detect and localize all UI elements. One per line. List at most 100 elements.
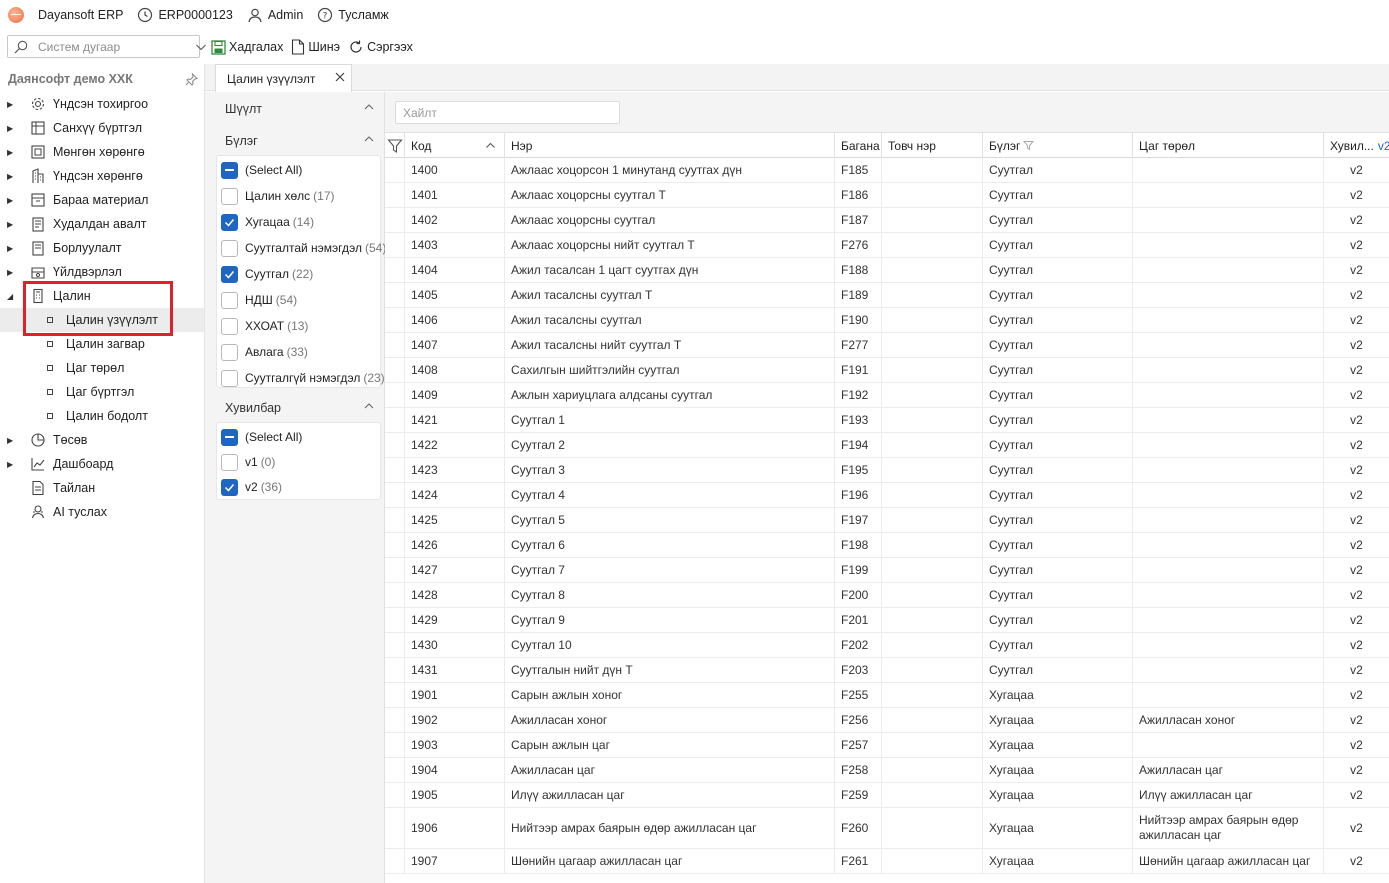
expand-arrow-icon[interactable]: ▶ <box>7 148 15 157</box>
cell-version[interactable]: v2 <box>1324 308 1389 332</box>
cell-column[interactable]: F186 <box>835 183 882 207</box>
table-row[interactable]: 1423 Суутгал 3 F195 Суутгал v2 <box>385 458 1389 483</box>
cell-time-type[interactable]: Ажилласан цаг <box>1133 758 1324 782</box>
table-row[interactable]: 1425 Суутгал 5 F197 Суутгал v2 <box>385 508 1389 533</box>
row-indicator[interactable] <box>385 158 405 182</box>
cell-column[interactable]: F202 <box>835 633 882 657</box>
cell-name[interactable]: Ажлаас хоцорсны суутгал <box>505 208 835 232</box>
cell-version[interactable]: v2 <box>1324 808 1389 848</box>
cell-group[interactable]: Суутгал <box>983 583 1133 607</box>
sidebar-item-budget[interactable]: ▶ Төсөв <box>0 428 204 452</box>
cell-column[interactable]: F257 <box>835 733 882 757</box>
cell-column[interactable]: F261 <box>835 849 882 873</box>
sidebar-item-cash[interactable]: ▶ Мөнгөн хөрөнгө <box>0 140 204 164</box>
cell-version[interactable]: v2 <box>1324 358 1389 382</box>
cell-time-type[interactable] <box>1133 558 1324 582</box>
expand-arrow-icon[interactable]: ▶ <box>7 172 15 181</box>
filter-section-header[interactable]: Шүүлт <box>225 101 375 116</box>
table-row[interactable]: 1405 Ажил тасалсны суутгал Т F189 Суутгал v2 <box>385 283 1389 308</box>
row-indicator[interactable] <box>385 533 405 557</box>
cell-code[interactable]: 1901 <box>405 683 505 707</box>
cell-code[interactable]: 1903 <box>405 733 505 757</box>
cell-short-name[interactable] <box>882 849 983 873</box>
cell-code[interactable]: 1905 <box>405 783 505 807</box>
cell-time-type[interactable] <box>1133 433 1324 457</box>
table-row[interactable]: 1407 Ажил тасалсны нийт суутгал Т F277 Суут… <box>385 333 1389 358</box>
checkbox[interactable] <box>221 213 238 231</box>
cell-group[interactable]: Суутгал <box>983 158 1133 182</box>
table-row[interactable]: 1422 Суутгал 2 F194 Суутгал v2 <box>385 433 1389 458</box>
cell-code[interactable]: 1424 <box>405 483 505 507</box>
cell-version[interactable]: v2 <box>1324 333 1389 357</box>
filter-option[interactable]: (Select All) <box>221 159 305 181</box>
cell-name[interactable]: Суутгал 3 <box>505 458 835 482</box>
cell-short-name[interactable] <box>882 708 983 732</box>
cell-name[interactable]: Сахилгын шийтгэлийн суутгал <box>505 358 835 382</box>
cell-group[interactable]: Суутгал <box>983 283 1133 307</box>
cell-group[interactable]: Хугацаа <box>983 783 1133 807</box>
cell-version[interactable]: v2 <box>1324 533 1389 557</box>
cell-time-type[interactable] <box>1133 458 1324 482</box>
cell-short-name[interactable] <box>882 533 983 557</box>
table-row[interactable]: 1907 Шөнийн цагаар ажилласан цаг F261 Хугац… <box>385 849 1389 874</box>
cell-code[interactable]: 1906 <box>405 808 505 848</box>
sidebar-item-report[interactable]: Тайлан <box>0 476 204 500</box>
cell-group[interactable]: Хугацаа <box>983 808 1133 848</box>
cell-time-type[interactable] <box>1133 208 1324 232</box>
sidebar-item-sales[interactable]: ▶ Борлуулалт <box>0 236 204 260</box>
row-indicator[interactable] <box>385 308 405 332</box>
row-indicator[interactable] <box>385 458 405 482</box>
filter-option[interactable]: НДШ (54) <box>221 289 297 311</box>
cell-name[interactable]: Шөнийн цагаар ажилласан цаг <box>505 849 835 873</box>
row-indicator[interactable] <box>385 808 405 848</box>
checkbox[interactable] <box>221 478 238 496</box>
system-number-input[interactable] <box>36 38 195 55</box>
checkbox[interactable] <box>221 453 238 471</box>
cell-column[interactable]: F198 <box>835 533 882 557</box>
cell-code[interactable]: 1907 <box>405 849 505 873</box>
cell-short-name[interactable] <box>882 358 983 382</box>
save-button[interactable]: Хадгалах <box>211 39 283 55</box>
cell-name[interactable]: Суутгал 1 <box>505 408 835 432</box>
cell-group[interactable]: Суутгал <box>983 233 1133 257</box>
cell-version[interactable]: v2 <box>1324 633 1389 657</box>
cell-code[interactable]: 1421 <box>405 408 505 432</box>
cell-time-type[interactable] <box>1133 158 1324 182</box>
cell-short-name[interactable] <box>882 808 983 848</box>
cell-group[interactable]: Суутгал <box>983 658 1133 682</box>
table-row[interactable]: 1904 Ажилласан цаг F258 Хугацаа Ажилласан ца… <box>385 758 1389 783</box>
row-indicator[interactable] <box>385 758 405 782</box>
group-section-header[interactable]: Бүлэг <box>225 133 375 148</box>
cell-name[interactable]: Суутгал 9 <box>505 608 835 632</box>
expand-arrow-icon[interactable]: ▶ <box>7 100 15 109</box>
table-row[interactable]: 1429 Суутгал 9 F201 Суутгал v2 <box>385 608 1389 633</box>
sidebar-item-fixed-assets[interactable]: ▶ Үндсэн хөрөнгө <box>0 164 204 188</box>
cell-name[interactable]: Ажил тасалсан 1 цагт суутгах дүн <box>505 258 835 282</box>
table-row[interactable]: 1428 Суутгал 8 F200 Суутгал v2 <box>385 583 1389 608</box>
cell-version[interactable]: v2 <box>1324 408 1389 432</box>
cell-group[interactable]: Суутгал <box>983 483 1133 507</box>
cell-time-type[interactable] <box>1133 233 1324 257</box>
cell-short-name[interactable] <box>882 583 983 607</box>
table-row[interactable]: 1402 Ажлаас хоцорсны суутгал F187 Суутгал v2 <box>385 208 1389 233</box>
cell-name[interactable]: Суутгалын нийт дүн Т <box>505 658 835 682</box>
cell-version[interactable]: v2 <box>1324 558 1389 582</box>
column-header-group[interactable]: Бүлэг <box>983 133 1133 158</box>
row-indicator[interactable] <box>385 608 405 632</box>
sidebar-subitem-salary-calculation[interactable]: Цалин бодолт <box>0 404 204 428</box>
cell-short-name[interactable] <box>882 208 983 232</box>
checkbox[interactable] <box>221 187 238 205</box>
cell-short-name[interactable] <box>882 283 983 307</box>
table-row[interactable]: 1406 Ажил тасалсны суутгал F190 Суутгал v2 <box>385 308 1389 333</box>
column-filter-icon[interactable] <box>1023 140 1035 151</box>
table-row[interactable]: 1421 Суутгал 1 F193 Суутгал v2 <box>385 408 1389 433</box>
cell-code[interactable]: 1403 <box>405 233 505 257</box>
cell-name[interactable]: Сарын ажлын хоног <box>505 683 835 707</box>
cell-column[interactable]: F255 <box>835 683 882 707</box>
filter-option[interactable]: Суутгалтай нэмэгдэл (54) <box>221 237 386 259</box>
cell-short-name[interactable] <box>882 233 983 257</box>
version-section-header[interactable]: Хувилбар <box>225 400 375 415</box>
cell-time-type[interactable] <box>1133 258 1324 282</box>
cell-name[interactable]: Суутгал 4 <box>505 483 835 507</box>
filter-option[interactable]: Авлага (33) <box>221 341 308 363</box>
